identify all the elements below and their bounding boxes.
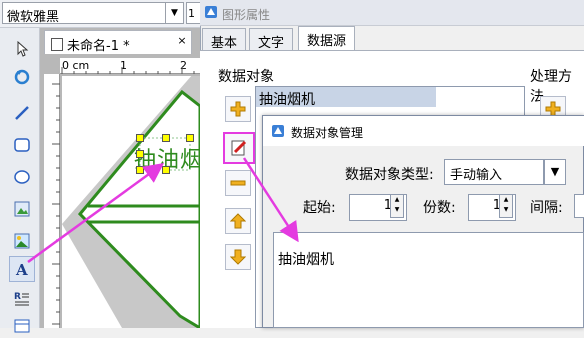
document-icon xyxy=(51,38,63,51)
left-toolbar: A R xyxy=(0,28,40,333)
resize-handle[interactable] xyxy=(162,166,170,174)
app-icon xyxy=(204,5,218,19)
chevron-down-icon[interactable]: ▼ xyxy=(544,159,566,185)
picture-tool-icon[interactable] xyxy=(9,228,35,254)
resize-handle[interactable] xyxy=(136,166,144,174)
subdialog-title: 数据对象管理 xyxy=(291,126,364,140)
svg-text:R: R xyxy=(14,292,21,302)
text-tool-icon[interactable]: A xyxy=(9,256,35,282)
pointer-icon[interactable] xyxy=(9,36,35,62)
resize-handle[interactable] xyxy=(186,134,194,142)
app-icon xyxy=(271,124,285,138)
data-object-type-select[interactable]: 手动输入 xyxy=(444,159,544,185)
resize-handle[interactable] xyxy=(162,134,170,142)
font-size-select[interactable]: 1 xyxy=(186,2,200,24)
rotate-icon[interactable] xyxy=(9,64,35,90)
barcode-tool-icon[interactable]: R xyxy=(9,286,35,312)
remove-data-object-button[interactable] xyxy=(225,170,251,196)
content-textarea[interactable]: 抽油烟机 xyxy=(273,232,584,328)
copies-stepper[interactable]: ▲ ▼ xyxy=(499,194,513,218)
horizontal-ruler: 0 cm 1 2 xyxy=(60,58,200,74)
subdialog-titlebar[interactable]: 数据对象管理 xyxy=(263,116,584,146)
interval-input[interactable] xyxy=(574,194,584,218)
document-tab[interactable]: 未命名-1 * xyxy=(44,30,192,54)
list-item[interactable]: 抽油烟机 xyxy=(256,87,436,108)
close-icon[interactable]: × xyxy=(175,34,189,48)
chevron-down-icon[interactable]: ▼ xyxy=(166,2,184,24)
image-tool-icon[interactable] xyxy=(9,196,35,222)
copies-label: 份数: xyxy=(423,200,456,216)
start-stepper[interactable]: ▲ ▼ xyxy=(390,194,404,218)
line-tool-icon[interactable] xyxy=(9,100,35,126)
resize-handle[interactable] xyxy=(136,150,144,158)
data-objects-label: 数据对象 xyxy=(218,69,274,85)
interval-label: 间隔: xyxy=(530,200,563,216)
move-down-button[interactable] xyxy=(225,244,251,270)
label-canvas[interactable]: 抽油烟 xyxy=(62,76,200,328)
edit-data-object-button[interactable] xyxy=(223,132,255,164)
resize-handle[interactable] xyxy=(136,134,144,142)
start-label: 起始: xyxy=(303,200,336,216)
dialog-titlebar[interactable]: 图形属性 xyxy=(200,0,584,26)
vertical-ruler xyxy=(44,74,60,328)
table-tool-icon[interactable] xyxy=(9,312,35,338)
move-up-button[interactable] xyxy=(225,208,251,234)
svg-text:A: A xyxy=(15,261,28,278)
document-tab-title: 未命名-1 * xyxy=(67,39,130,54)
rounded-rect-tool-icon[interactable] xyxy=(9,132,35,158)
dialog-title: 图形属性 xyxy=(222,8,271,22)
font-name-select[interactable]: 微软雅黑 xyxy=(2,2,166,25)
type-label: 数据对象类型: xyxy=(345,167,434,183)
ellipse-tool-icon[interactable] xyxy=(9,164,35,190)
add-data-object-button[interactable] xyxy=(225,96,251,122)
